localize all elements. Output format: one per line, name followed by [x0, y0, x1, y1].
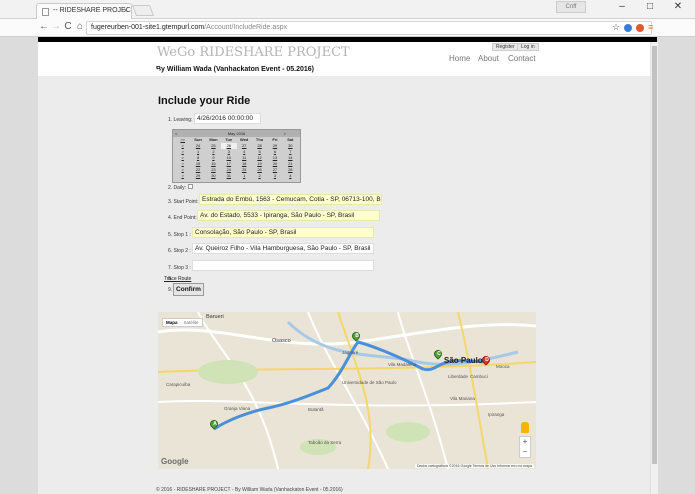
calendar-header: < May 2016 >	[173, 130, 300, 137]
map-label: Taboão da Serra	[308, 440, 342, 445]
street-view-pegman-icon[interactable]	[521, 422, 529, 433]
register-link[interactable]: Register	[492, 43, 519, 51]
map-city-label: São Paulo	[444, 356, 483, 365]
map-label: Vila Madalena	[388, 362, 417, 367]
footer-text: © 2016 - RIDESHARE PROJECT - By William …	[156, 487, 343, 493]
calendar-day[interactable]: 1	[237, 173, 252, 179]
map-label: Mooca	[496, 364, 510, 369]
zoom-in-button[interactable]: +	[520, 437, 530, 447]
google-logo[interactable]: Google	[161, 457, 189, 466]
calendar-month: May 2016	[227, 131, 246, 136]
calendar-prev-link[interactable]: <	[175, 130, 177, 137]
map-label: Cambuci	[470, 374, 488, 379]
map-label: Barueri	[206, 314, 224, 320]
calendar-day[interactable]: 30	[206, 173, 221, 179]
zoom-control: + −	[519, 436, 531, 458]
calendar-day[interactable]: 29	[190, 173, 205, 179]
daily-label: 2. Daily:	[168, 185, 187, 191]
site-subtitle: By William Wada (Vanhackaton Event - 05.…	[156, 66, 315, 73]
home-button[interactable]: ⌂	[74, 21, 86, 32]
end-point-input[interactable]: Av. do Estado, 5533 - Ipiranga, São Paul…	[197, 210, 380, 221]
tab-title: -- RIDESHARE PROJEC	[53, 7, 131, 14]
address-toolbar: ← → C ⌂ fugereurben-001-site1.gtempurl.c…	[0, 19, 695, 37]
minimize-button[interactable]: –	[608, 0, 636, 15]
calendar-day[interactable]: 3	[267, 173, 282, 179]
map-label: Osasco	[272, 338, 291, 344]
main-content: Include your Ride 1. Leaving: 4/26/2016 …	[38, 76, 650, 484]
login-link[interactable]: Log in	[517, 43, 539, 51]
url-host: fugereurben-001-site1.gtempurl.com	[91, 24, 205, 31]
page-favicon-icon	[42, 8, 49, 16]
calendar-week-select[interactable]: >	[175, 173, 190, 179]
nav-about[interactable]: About	[478, 54, 499, 63]
calendar-day[interactable]: 31	[221, 173, 236, 179]
marker-d-label: D	[485, 357, 489, 363]
calendar-next-link[interactable]: >	[284, 130, 286, 137]
trace-route-link[interactable]: Trace Route	[164, 276, 191, 282]
forward-button[interactable]: →	[50, 21, 62, 32]
url-bar[interactable]: fugereurben-001-site1.gtempurl.com/Accou…	[86, 21, 652, 35]
map-label: Carapicuíba	[166, 382, 191, 387]
page-title: Include your Ride	[158, 95, 251, 107]
browser-tab[interactable]: -- RIDESHARE PROJEC ×	[36, 3, 132, 19]
zoom-out-button[interactable]: −	[520, 447, 530, 457]
end-point-label: 4. End Point:	[168, 215, 197, 221]
stop2-input[interactable]: Av. Queiroz Filho - Vila Hamburguesa, Sã…	[192, 243, 374, 254]
stop1-input[interactable]: Consolação, São Paulo - SP, Brasil	[192, 227, 374, 238]
map-credits[interactable]: Dados cartográficos ©2016 Google Termos …	[415, 464, 534, 468]
bookmark-star-icon[interactable]: ☆	[612, 22, 620, 33]
leaving-label: 1. Leaving:	[168, 117, 193, 123]
scrollbar-thumb[interactable]	[652, 46, 657, 464]
map-label: Butantã	[308, 407, 324, 412]
page-scrollbar[interactable]	[650, 42, 658, 494]
marker-c-label: C	[437, 351, 441, 357]
map-label: Universidade de São Paulo	[342, 380, 397, 385]
map-label: Granja Viana	[224, 406, 251, 411]
map-type-toggle[interactable]: Mapa Satélite	[162, 318, 203, 327]
marker-b-label: B	[355, 333, 359, 339]
nav-home[interactable]: Home	[449, 54, 470, 63]
footer-bar	[38, 484, 650, 494]
satellite-tab[interactable]: Satélite	[181, 319, 202, 326]
start-point-input[interactable]: Estrada do Embú, 1563 - Cemucam, Cotia -…	[199, 194, 382, 205]
confirm-button[interactable]: Confirm	[173, 283, 204, 296]
window-close-button[interactable]: ✕	[664, 0, 692, 15]
maximize-button[interactable]: □	[636, 0, 664, 15]
map-tab[interactable]: Mapa	[163, 319, 181, 326]
browser-menu-icon[interactable]: ≡	[648, 22, 653, 32]
stop3-input[interactable]	[192, 260, 374, 271]
map-label: Ipiranga	[488, 412, 505, 417]
profile-button[interactable]: Cnff	[556, 1, 586, 13]
stop2-label: 6. Stop 2 :	[168, 248, 191, 254]
date-calendar[interactable]: < May 2016 > >> Sun Mon Tue Wed Thu Fri …	[172, 129, 301, 183]
url-path: /Account/IncludeRide.aspx	[204, 24, 288, 31]
calendar-weeks: >24 25 26 27 28 29 30 >1 2 3 4 5 6 7 >8 9 10 11 12 13 14 >15 1…	[173, 143, 300, 179]
leaving-input[interactable]: 4/26/2016 00:00:00	[194, 113, 261, 124]
tab-close-icon[interactable]: ×	[123, 6, 128, 15]
daily-checkbox[interactable]	[188, 184, 193, 189]
start-point-label: 3. Start Point:	[168, 199, 199, 205]
confirm-number: 9.	[168, 287, 173, 293]
calendar-day[interactable]: 4	[283, 173, 298, 179]
site-header: WeGo RIDESHARE PROJECT By William Wada (…	[38, 42, 650, 80]
new-tab-button[interactable]	[131, 5, 155, 16]
reload-button[interactable]: C	[62, 21, 74, 32]
extension-icon[interactable]	[624, 24, 632, 32]
map-label: Vila Mariana	[450, 396, 475, 401]
extension-icon-2[interactable]	[636, 24, 644, 32]
calendar-day[interactable]: 2	[252, 173, 267, 179]
stop1-label: 5. Stop 1 :	[168, 232, 191, 238]
map-background	[158, 312, 536, 469]
route-map[interactable]: Mapa Satélite Barueri Osasco Jaguaré Vil…	[158, 312, 536, 469]
browser-tab-bar: -- RIDESHARE PROJEC × Cnff – □ ✕	[0, 0, 695, 19]
map-label: Jaguaré	[342, 350, 359, 355]
back-button[interactable]: ←	[38, 21, 50, 32]
stop3-label: 7. Stop 3 :	[168, 265, 191, 271]
marker-a-label: A	[213, 421, 217, 427]
map-label: Liberdade	[448, 374, 469, 379]
site-title[interactable]: WeGo RIDESHARE PROJECT	[157, 45, 350, 60]
nav-contact[interactable]: Contact	[508, 54, 536, 63]
